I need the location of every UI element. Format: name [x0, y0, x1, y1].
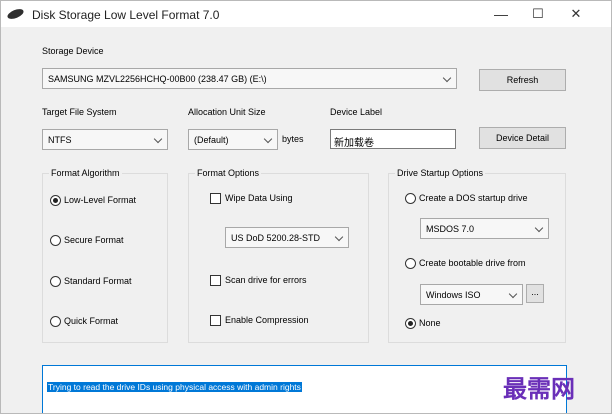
- chevron-down-icon: [334, 232, 344, 242]
- bootable-source-value: Windows ISO: [426, 290, 481, 300]
- device-detail-button[interactable]: Device Detail: [479, 127, 566, 149]
- radio-label: Secure Format: [64, 235, 124, 245]
- chevron-down-icon: [263, 134, 273, 144]
- window-title: Disk Storage Low Level Format 7.0: [32, 8, 220, 22]
- wipe-method-select[interactable]: US DoD 5200.28-STD: [225, 227, 349, 248]
- checkbox-box: [210, 193, 221, 204]
- dos-version-select[interactable]: MSDOS 7.0: [420, 218, 549, 239]
- format-options-group: Format Options Wipe Data Using US DoD 52…: [188, 168, 369, 343]
- log-message: Trying to read the drive IDs using physi…: [47, 382, 302, 392]
- radio-circle: [405, 258, 416, 269]
- storage-device-label: Storage Device: [42, 46, 104, 56]
- startup-options-legend: Drive Startup Options: [395, 168, 486, 178]
- dos-version-value: MSDOS 7.0: [426, 224, 475, 234]
- radio-circle: [50, 195, 61, 206]
- format-algorithm-group: Format Algorithm Low-Level Format Secure…: [42, 168, 168, 343]
- device-label-value: 新加载卷: [334, 138, 374, 149]
- alloc-size-value: (Default): [194, 135, 229, 145]
- bytes-unit-label: bytes: [282, 134, 304, 144]
- disk-icon: [6, 7, 25, 21]
- storage-device-value: SAMSUNG MZVL2256HCHQ-00B00 (238.47 GB) (…: [48, 74, 267, 84]
- main-window: Disk Storage Low Level Format 7.0 — ☐ ✕ …: [0, 0, 612, 414]
- chevron-down-icon: [442, 73, 452, 83]
- format-options-legend: Format Options: [195, 168, 262, 178]
- browse-iso-button[interactable]: ...: [526, 284, 544, 303]
- radio-label: Create a DOS startup drive: [419, 193, 528, 203]
- minimize-button[interactable]: —: [481, 3, 521, 25]
- checkbox-label: Enable Compression: [225, 315, 309, 325]
- device-label-field[interactable]: 新加载卷: [330, 129, 456, 149]
- chevron-down-icon: [153, 134, 163, 144]
- alloc-size-label: Allocation Unit Size: [188, 107, 266, 117]
- radio-circle: [50, 316, 61, 327]
- radio-circle: [405, 318, 416, 329]
- checkbox-label: Wipe Data Using: [225, 193, 293, 203]
- startup-options-group: Drive Startup Options Create a DOS start…: [388, 168, 566, 343]
- radio-label: Low-Level Format: [64, 195, 137, 205]
- radio-label: None: [419, 318, 441, 328]
- wipe-method-value: US DoD 5200.28-STD: [231, 233, 321, 243]
- checkbox-box: [210, 315, 221, 326]
- storage-device-select[interactable]: SAMSUNG MZVL2256HCHQ-00B00 (238.47 GB) (…: [42, 68, 457, 89]
- target-fs-select[interactable]: NTFS: [42, 129, 168, 150]
- target-fs-value: NTFS: [48, 135, 72, 145]
- maximize-button[interactable]: ☐: [518, 3, 558, 25]
- status-log[interactable]: Trying to read the drive IDs using physi…: [42, 365, 567, 413]
- refresh-button[interactable]: Refresh: [479, 69, 566, 91]
- bootable-source-select[interactable]: Windows ISO: [420, 284, 523, 305]
- checkbox-box: [210, 275, 221, 286]
- device-label-caption: Device Label: [330, 107, 383, 117]
- target-fs-label: Target File System: [42, 107, 117, 117]
- dialog-body: Storage Device SAMSUNG MZVL2256HCHQ-00B0…: [18, 27, 601, 413]
- radio-circle: [405, 193, 416, 204]
- chevron-down-icon: [508, 289, 518, 299]
- watermark-logo: 最需网: [503, 374, 575, 403]
- format-algorithm-legend: Format Algorithm: [49, 168, 122, 178]
- radio-label: Standard Format: [64, 276, 132, 286]
- radio-circle: [50, 276, 61, 287]
- radio-label: Create bootable drive from: [419, 258, 526, 268]
- radio-circle: [50, 235, 61, 246]
- chevron-down-icon: [534, 223, 544, 233]
- close-button[interactable]: ✕: [556, 3, 596, 25]
- alloc-size-select[interactable]: (Default): [188, 129, 278, 150]
- checkbox-label: Scan drive for errors: [225, 275, 307, 285]
- radio-label: Quick Format: [64, 316, 119, 326]
- title-bar[interactable]: Disk Storage Low Level Format 7.0 — ☐ ✕: [1, 1, 611, 27]
